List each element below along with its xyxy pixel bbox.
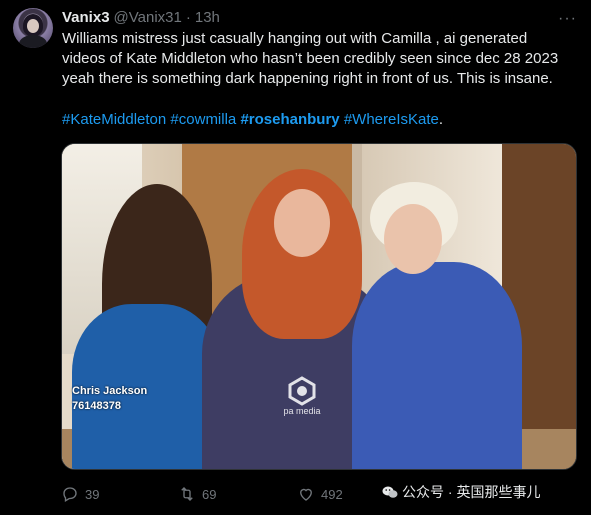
retweet-button[interactable]: 69 [178, 485, 216, 503]
pa-media-watermark: pa media [267, 376, 337, 424]
avatar[interactable] [13, 8, 53, 48]
wechat-icon [382, 486, 398, 498]
timestamp[interactable]: 13h [195, 9, 220, 26]
tweet-line: videos of Kate Middleton who hasn’t been… [62, 50, 559, 67]
tweet-line: yeah there is something dark happening r… [62, 70, 553, 87]
separator: · [185, 9, 191, 26]
person-right-face [384, 204, 442, 274]
author-name[interactable]: Vanix3 [62, 9, 110, 26]
photo-credit: Chris Jackson 76148378 [72, 384, 147, 414]
hashtag-link[interactable]: #rosehanbury [240, 111, 339, 128]
reply-button[interactable]: 39 [61, 485, 99, 503]
hashtags: #KateMiddleton #cowmilla #rosehanbury #W… [62, 110, 443, 130]
tweet-photo[interactable]: Chris Jackson 76148378 pa media [61, 143, 577, 470]
reply-count: 39 [85, 486, 100, 502]
person-right-dress [352, 262, 522, 469]
retweet-icon [181, 487, 193, 501]
author-handle[interactable]: @Vanix31 [114, 9, 182, 26]
retweet-count: 69 [202, 486, 217, 502]
like-button[interactable]: 492 [297, 485, 343, 503]
like-count: 492 [321, 486, 343, 502]
hashtag-link[interactable]: #KateMiddleton [62, 111, 166, 128]
watermark-text: pa media [283, 406, 321, 416]
photo-credit-id: 76148378 [72, 400, 121, 412]
tweet-header: Vanix3 @Vanix31 · 13h [62, 9, 220, 26]
wechat-text: 公众号 · 英国那些事儿 [402, 484, 541, 500]
hashtag-link[interactable]: #cowmilla [170, 111, 236, 128]
tweet-text: Williams mistress just casually hanging … [62, 29, 582, 89]
tweet-line: Williams mistress just casually hanging … [62, 30, 528, 47]
heart-icon [300, 488, 312, 501]
avatar-face [27, 19, 39, 33]
hexagon-logo-icon [288, 376, 316, 406]
wechat-watermark: 公众号 · 英国那些事儿 [382, 482, 540, 502]
reply-icon [63, 487, 77, 502]
avatar-body [19, 35, 47, 48]
hashtag-link[interactable]: #WhereIsKate [344, 111, 439, 128]
photo-credit-name: Chris Jackson [72, 385, 148, 397]
person-middle-face [274, 189, 330, 257]
hashtags-end: . [438, 111, 444, 128]
more-options-icon[interactable]: ··· [558, 10, 577, 28]
